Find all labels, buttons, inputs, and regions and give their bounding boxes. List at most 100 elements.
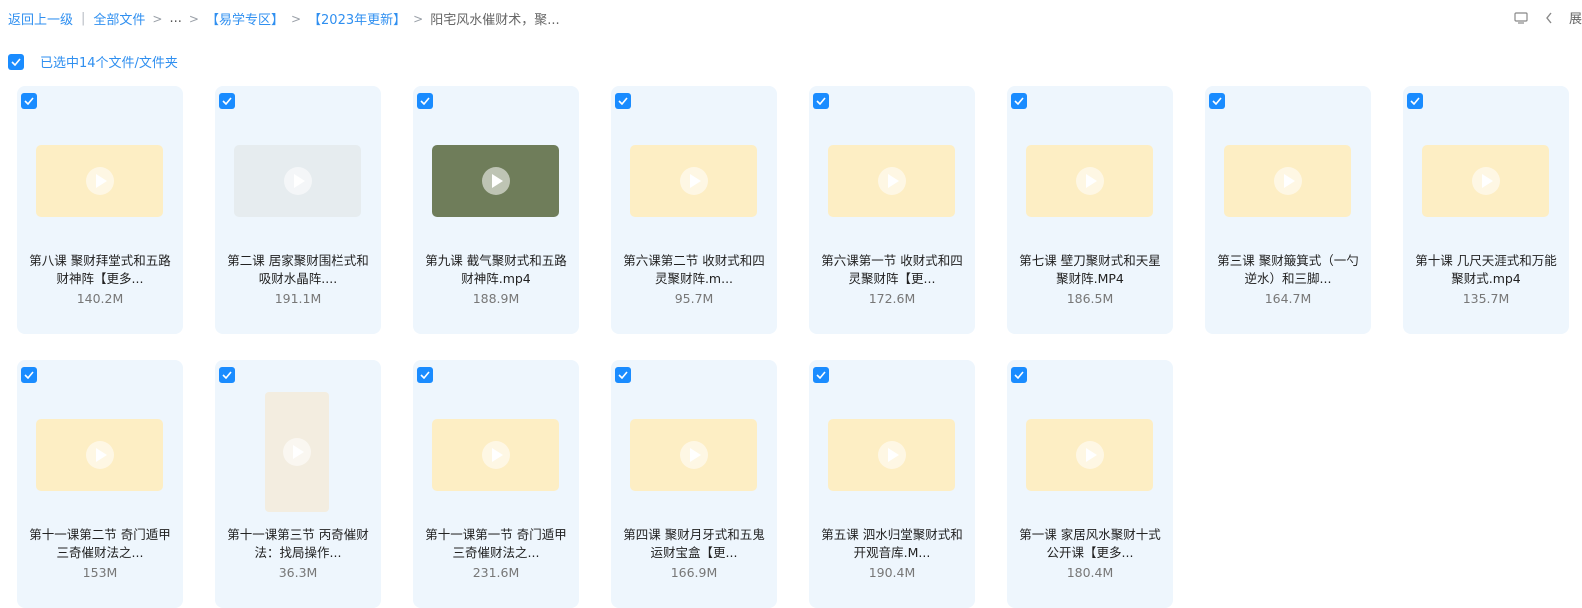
file-card[interactable]: 第三课 聚财簸箕式（一勺逆水）和三脚... 164.7M	[1205, 86, 1371, 334]
file-name[interactable]: 第一课 家居风水聚财十式公开课【更多...	[1017, 526, 1163, 562]
file-size: 231.6M	[472, 565, 520, 580]
file-name[interactable]: 第十一课第二节 奇门遁甲三奇催财法之...	[27, 526, 173, 562]
chevron-left-icon[interactable]	[1541, 10, 1557, 26]
video-thumbnail[interactable]	[265, 392, 329, 512]
file-checkbox[interactable]	[417, 367, 433, 383]
breadcrumb-folder-2023[interactable]: 【2023年更新】	[308, 9, 406, 28]
play-icon	[877, 441, 906, 469]
file-name[interactable]: 第十一课第三节 丙奇催财法：找局操作...	[225, 526, 371, 562]
chevron-right-icon: >	[152, 11, 163, 26]
breadcrumb-all-files[interactable]: 全部文件	[93, 9, 145, 28]
chevron-right-icon: >	[290, 11, 302, 26]
breadcrumb-folder-yixue[interactable]: 【易学专区】	[206, 9, 284, 28]
file-checkbox[interactable]	[1209, 93, 1225, 109]
file-card[interactable]: 第八课 聚财拜堂式和五路财神阵【更多... 140.2M	[17, 86, 183, 334]
video-thumbnail[interactable]	[432, 419, 559, 491]
file-card[interactable]: 第五课 泗水归堂聚财式和开观音库.M... 190.4M	[809, 360, 975, 608]
video-thumbnail[interactable]	[630, 145, 757, 217]
breadcrumb-current: 阳宅风水催财术，聚...	[430, 13, 560, 28]
play-icon	[1273, 167, 1302, 195]
back-link[interactable]: 返回上一级	[8, 9, 73, 28]
breadcrumb-ellipsis[interactable]: ...	[169, 11, 181, 26]
play-icon	[679, 167, 708, 195]
file-name[interactable]: 第七课 壁刀聚财式和天星聚财阵.MP4	[1017, 252, 1163, 288]
file-card[interactable]: 第十课 几尺天涯式和万能聚财式.mp4 135.7M	[1403, 86, 1569, 334]
file-card[interactable]: 第十一课第二节 奇门遁甲三奇催财法之... 153M	[17, 360, 183, 608]
file-card[interactable]: 第十一课第三节 丙奇催财法：找局操作... 36.3M	[215, 360, 381, 608]
file-size: 164.7M	[1264, 291, 1312, 306]
file-name[interactable]: 第十一课第一节 奇门遁甲三奇催财法之...	[423, 526, 569, 562]
file-checkbox[interactable]	[615, 367, 631, 383]
file-size: 186.5M	[1066, 291, 1114, 306]
file-checkbox[interactable]	[219, 367, 235, 383]
file-size: 180.4M	[1066, 565, 1114, 580]
file-checkbox[interactable]	[1407, 93, 1423, 109]
file-name[interactable]: 第四课 聚财月牙式和五鬼运财宝盒【更...	[621, 526, 767, 562]
video-thumbnail[interactable]	[1224, 145, 1351, 217]
breadcrumb-divider: |	[81, 11, 86, 26]
view-controls: 展	[1513, 8, 1582, 27]
video-thumbnail[interactable]	[1026, 145, 1153, 217]
play-icon	[1075, 441, 1104, 469]
file-card[interactable]: 第六课第二节 收财式和四灵聚财阵.m... 95.7M	[611, 86, 777, 334]
file-name[interactable]: 第六课第一节 收财式和四灵聚财阵【更...	[819, 252, 965, 288]
chevron-right-icon: >	[413, 11, 424, 26]
file-checkbox[interactable]	[1011, 93, 1027, 109]
play-icon	[283, 167, 312, 195]
file-size: 172.6M	[868, 291, 916, 306]
video-thumbnail[interactable]	[432, 145, 559, 217]
selection-bar: 已选中14个文件/文件夹	[8, 52, 178, 71]
video-thumbnail[interactable]	[234, 145, 361, 217]
file-checkbox[interactable]	[21, 367, 37, 383]
file-size: 95.7M	[674, 291, 714, 306]
play-icon	[1471, 167, 1500, 195]
file-name[interactable]: 第三课 聚财簸箕式（一勺逆水）和三脚...	[1215, 252, 1361, 288]
video-thumbnail[interactable]	[36, 145, 163, 217]
video-thumbnail[interactable]	[36, 419, 163, 491]
play-icon	[481, 167, 510, 195]
file-name[interactable]: 第五课 泗水归堂聚财式和开观音库.M...	[819, 526, 965, 562]
file-card[interactable]: 第二课 居家聚财围栏式和吸财水晶阵.... 191.1M	[215, 86, 381, 334]
file-size: 140.2M	[76, 291, 124, 306]
file-checkbox[interactable]	[813, 93, 829, 109]
expand-button[interactable]: 展	[1569, 8, 1582, 27]
file-size: 166.9M	[670, 565, 718, 580]
file-checkbox[interactable]	[1011, 367, 1027, 383]
play-icon	[679, 441, 708, 469]
video-thumbnail[interactable]	[828, 145, 955, 217]
chevron-right-icon: >	[188, 11, 199, 26]
video-thumbnail[interactable]	[1422, 145, 1549, 217]
video-thumbnail[interactable]	[828, 419, 955, 491]
file-size: 153M	[82, 565, 118, 580]
file-size: 36.3M	[278, 565, 318, 580]
file-card[interactable]: 第七课 壁刀聚财式和天星聚财阵.MP4 186.5M	[1007, 86, 1173, 334]
play-icon	[1075, 167, 1104, 195]
file-checkbox[interactable]	[417, 93, 433, 109]
monitor-icon[interactable]	[1513, 10, 1529, 26]
file-size: 135.7M	[1462, 291, 1510, 306]
file-checkbox[interactable]	[21, 93, 37, 109]
file-name[interactable]: 第九课 截气聚财式和五路财神阵.mp4	[423, 252, 569, 288]
file-size: 191.1M	[274, 291, 322, 306]
file-card[interactable]: 第一课 家居风水聚财十式公开课【更多... 180.4M	[1007, 360, 1173, 608]
file-card[interactable]: 第十一课第一节 奇门遁甲三奇催财法之... 231.6M	[413, 360, 579, 608]
file-card[interactable]: 第九课 截气聚财式和五路财神阵.mp4 188.9M	[413, 86, 579, 334]
file-size: 190.4M	[868, 565, 916, 580]
play-icon	[877, 167, 906, 195]
file-card[interactable]: 第六课第一节 收财式和四灵聚财阵【更... 172.6M	[809, 86, 975, 334]
file-card[interactable]: 第四课 聚财月牙式和五鬼运财宝盒【更... 166.9M	[611, 360, 777, 608]
video-thumbnail[interactable]	[1026, 419, 1153, 491]
select-all-checkbox[interactable]	[8, 53, 24, 70]
play-icon	[481, 441, 510, 469]
file-name[interactable]: 第八课 聚财拜堂式和五路财神阵【更多...	[27, 252, 173, 288]
video-thumbnail[interactable]	[630, 419, 757, 491]
file-name[interactable]: 第十课 几尺天涯式和万能聚财式.mp4	[1413, 252, 1559, 288]
file-checkbox[interactable]	[615, 93, 631, 109]
top-bar: 返回上一级 | 全部文件 > ... > 【易学专区】 > 【2023年更新】 …	[0, 0, 1582, 36]
file-checkbox[interactable]	[219, 93, 235, 109]
play-icon	[85, 441, 114, 469]
play-icon	[85, 167, 114, 195]
file-name[interactable]: 第六课第二节 收财式和四灵聚财阵.m...	[621, 252, 767, 288]
file-name[interactable]: 第二课 居家聚财围栏式和吸财水晶阵....	[225, 252, 371, 288]
file-checkbox[interactable]	[813, 367, 829, 383]
